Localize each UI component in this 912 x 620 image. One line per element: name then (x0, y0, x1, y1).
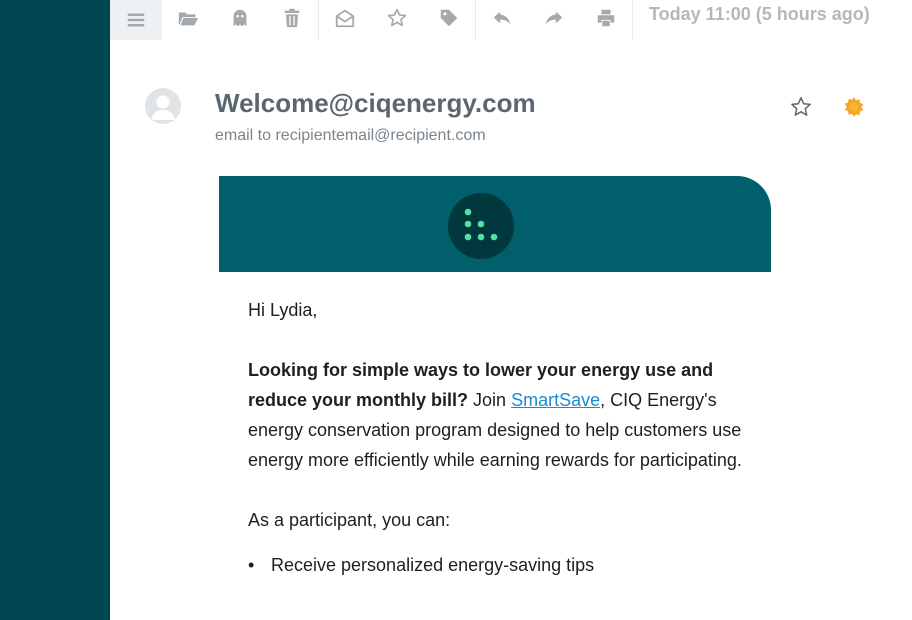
recipient-line: email to recipientemail@recipient.com (215, 127, 486, 144)
forward-icon (545, 11, 563, 25)
printer-icon (597, 9, 615, 27)
print-button[interactable] (580, 0, 632, 36)
email-body: Hi Lydia, Looking for simple ways to low… (248, 295, 748, 580)
move-to-folder-button[interactable] (162, 0, 214, 36)
star-outline-icon (791, 97, 811, 116)
menu-icon (127, 13, 145, 27)
label-button[interactable] (423, 0, 475, 36)
join-text: Join (473, 390, 507, 410)
email-header: Welcome@ciqenergy.com email to recipient… (110, 80, 912, 160)
ghost-icon (233, 9, 247, 27)
list-item: • Receive personalized energy-saving tips (248, 550, 748, 580)
bullet-dot: • (248, 555, 255, 575)
email-banner (219, 176, 771, 272)
email-date: Today 11:00 (5 hours ago) (649, 4, 870, 24)
greeting: Hi Lydia, (248, 300, 318, 320)
star-email-button[interactable] (789, 95, 813, 119)
trash-icon (284, 8, 300, 28)
email-toolbar: Today 11:00 (5 hours ago) (110, 0, 912, 40)
delete-button[interactable] (266, 0, 318, 36)
list-item-text: Receive personalized energy-saving tips (271, 555, 595, 575)
intro-paragraph: Looking for simple ways to lower your en… (248, 355, 748, 475)
reply-button[interactable] (476, 0, 528, 36)
star-outline-icon (387, 8, 407, 27)
folder-open-icon (178, 12, 199, 26)
mark-as-spam-button[interactable] (214, 0, 266, 36)
envelope-open-icon (335, 9, 355, 28)
sun-icon (844, 97, 864, 117)
left-sidebar (0, 0, 110, 620)
ciq-logo (448, 193, 514, 259)
participant-intro: As a participant, you can: (248, 510, 451, 530)
user-icon (151, 95, 175, 120)
reply-icon (493, 11, 511, 25)
menu-button[interactable] (110, 0, 162, 40)
sender-avatar (145, 88, 181, 124)
star-toolbar-button[interactable] (371, 0, 423, 36)
mark-as-read-button[interactable] (319, 0, 371, 36)
tag-icon (440, 9, 458, 27)
sender-address[interactable]: Welcome@ciqenergy.com (215, 88, 536, 119)
smartsave-link[interactable]: SmartSave (511, 390, 600, 410)
logo-dots-icon (464, 208, 498, 241)
forward-button[interactable] (528, 0, 580, 36)
importance-button[interactable] (842, 95, 866, 119)
